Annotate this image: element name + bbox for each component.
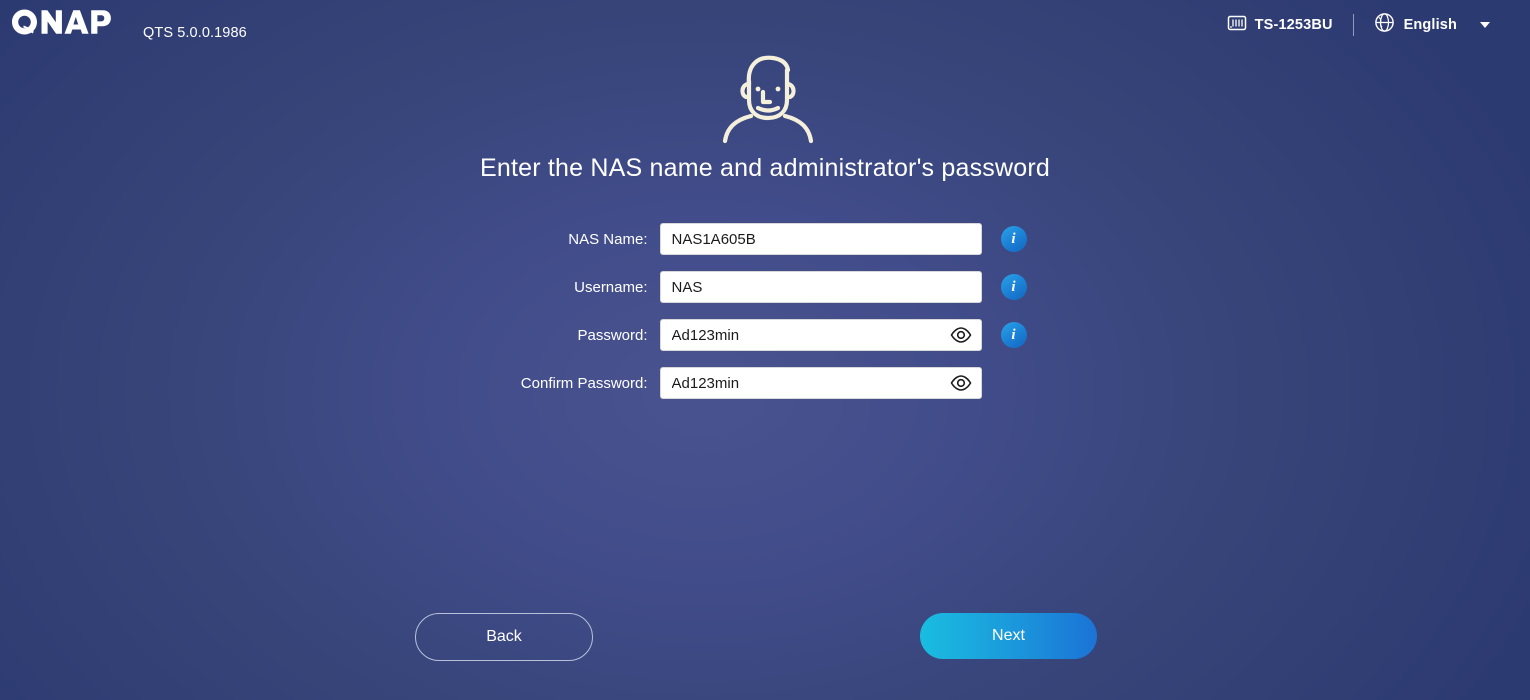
language-label: English xyxy=(1403,17,1457,33)
username-info-slot: i xyxy=(1000,271,1029,303)
username-input[interactable] xyxy=(659,271,982,303)
info-icon[interactable]: i xyxy=(1000,274,1027,300)
username-label: Username: xyxy=(574,278,648,296)
eye-visibility-icon xyxy=(950,375,971,391)
form-row-confirm-password: Confirm Password: xyxy=(0,367,1530,399)
confirm-password-label: Confirm Password: xyxy=(520,374,648,392)
hero-avatar-area xyxy=(0,48,1530,149)
confirm-password-info-slot xyxy=(1001,367,1029,399)
brand-area: QTS 5.0.0.1986 xyxy=(10,8,247,43)
password-visibility-toggle[interactable] xyxy=(949,326,973,344)
form-row-username: Username: i xyxy=(0,271,1530,303)
form-row-nas-name: NAS Name: i xyxy=(0,223,1530,255)
password-info-slot: i xyxy=(1000,319,1029,351)
next-button[interactable]: Next xyxy=(920,613,1097,659)
back-button[interactable]: Back xyxy=(415,613,593,661)
info-icon[interactable]: i xyxy=(1000,322,1027,348)
eye-visibility-icon xyxy=(950,327,971,343)
wizard-footer: Back Next xyxy=(0,613,1530,663)
nas-name-input[interactable] xyxy=(659,223,982,255)
qts-version-label: QTS 5.0.0.1986 xyxy=(143,24,247,41)
header-right-controls: TS-1253BU English xyxy=(1227,12,1516,38)
nas-name-input-wrapper xyxy=(659,223,982,255)
page-title: Enter the NAS name and administrator's p… xyxy=(480,154,1050,182)
nas-rack-icon xyxy=(1227,13,1247,38)
device-model-label: TS-1253BU xyxy=(1254,17,1333,33)
device-model-indicator: TS-1253BU xyxy=(1227,13,1333,38)
username-input-wrapper xyxy=(659,271,982,303)
qnap-logo-icon[interactable] xyxy=(10,8,130,43)
globe-icon xyxy=(1374,12,1395,38)
password-label: Password: xyxy=(577,326,648,344)
chevron-down-icon[interactable] xyxy=(1480,22,1490,28)
confirm-password-input[interactable] xyxy=(659,367,982,399)
language-selector[interactable]: English xyxy=(1374,12,1490,38)
administrator-avatar-icon xyxy=(711,48,819,149)
header-divider xyxy=(1352,14,1354,36)
setup-form: NAS Name: i Username: i Password: xyxy=(0,223,1530,415)
confirm-password-visibility-toggle[interactable] xyxy=(949,374,973,392)
form-row-password: Password: i xyxy=(0,319,1530,351)
password-input-wrapper xyxy=(659,319,982,351)
info-icon[interactable]: i xyxy=(1000,226,1027,252)
confirm-password-input-wrapper xyxy=(659,367,982,399)
nas-name-label: NAS Name: xyxy=(568,230,648,248)
password-input[interactable] xyxy=(659,319,982,351)
top-header-bar: QTS 5.0.0.1986 TS-1253BU English xyxy=(0,0,1530,50)
nas-name-info-slot: i xyxy=(1000,223,1029,255)
